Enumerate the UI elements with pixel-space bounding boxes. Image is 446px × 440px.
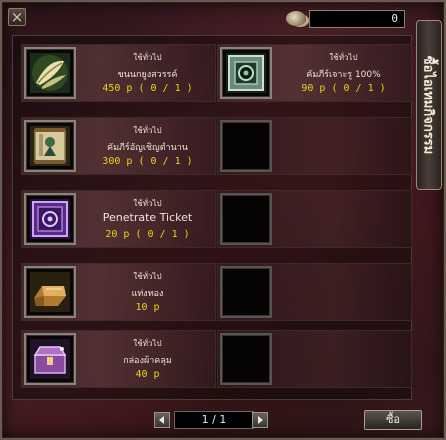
item-slot[interactable] — [220, 47, 272, 99]
shop-footer: 1 / 1 ซื้อ — [12, 408, 438, 434]
item-slot[interactable] — [24, 120, 76, 172]
item-name: ขนนกยูงสวรรค์ — [117, 70, 178, 80]
item-name: คัมภีร์อัญเชิญตำนาน — [107, 143, 188, 153]
item-price: 40 p — [135, 369, 160, 380]
arrow-right-icon — [258, 416, 263, 424]
penetrate-ticket-icon — [30, 199, 70, 239]
coin-balance: 0 — [309, 10, 405, 28]
item-name: Penetrate Ticket — [102, 211, 193, 224]
buy-button[interactable]: ซื้อ — [364, 410, 422, 430]
cape-box-icon — [30, 339, 70, 379]
empty-shop-slot — [217, 190, 412, 248]
item-slot[interactable] — [24, 333, 76, 385]
item-category: ใช้ทั่วไป — [133, 272, 162, 281]
prev-page-button[interactable] — [154, 412, 170, 428]
tab-event-shop-label: ซื้อไอเทมกิจกรรม — [420, 55, 436, 155]
tab-event-shop[interactable]: ซื้อไอเทมกิจกรรม — [416, 20, 442, 190]
feather-icon — [30, 53, 70, 93]
item-category: ใช้ทั่วไป — [133, 199, 162, 208]
shop-window: × 0 ซื้อไอเทมกิจกรรม ใช้ทั่วไป ขนนกยูงสว… — [0, 0, 446, 440]
item-name: แท่งทอง — [131, 289, 164, 299]
item-category: ใช้ทั่วไป — [133, 339, 162, 348]
item-grid: ใช้ทั่วไป ขนนกยูงสวรรค์ 450 p ( 0 / 1 ) … — [12, 35, 412, 400]
item-category: ใช้ทั่วไป — [133, 53, 162, 62]
shop-item[interactable]: ใช้ทั่วไป กล่องผ้าคลุม 40 p — [21, 330, 216, 388]
coin-icon — [286, 11, 306, 26]
empty-shop-slot — [217, 330, 412, 388]
empty-slot — [220, 193, 272, 245]
gold-bar-icon — [30, 272, 70, 312]
empty-shop-slot — [217, 117, 412, 175]
next-page-button[interactable] — [252, 412, 268, 428]
item-category: ใช้ทั่วไป — [133, 126, 162, 135]
item-slot[interactable] — [24, 47, 76, 99]
empty-shop-slot — [217, 263, 412, 321]
item-price: 20 p ( 0 / 1 ) — [105, 229, 190, 240]
item-name: กล่องผ้าคลุม — [123, 356, 172, 366]
socket-scroll-icon — [226, 53, 266, 93]
empty-slot — [220, 266, 272, 318]
page-indicator: 1 / 1 — [174, 411, 254, 429]
shop-item[interactable]: ใช้ทั่วไป คัมภีร์อัญเชิญตำนาน 300 p ( 0 … — [21, 117, 216, 175]
item-price: 10 p — [135, 302, 160, 313]
item-price: 450 p ( 0 / 1 ) — [102, 83, 193, 94]
arrow-left-icon — [159, 416, 164, 424]
shop-item[interactable]: ใช้ทั่วไป ขนนกยูงสวรรค์ 450 p ( 0 / 1 ) — [21, 44, 216, 102]
empty-slot — [220, 333, 272, 385]
item-price: 90 p ( 0 / 1 ) — [301, 83, 386, 94]
summon-scroll-icon — [30, 126, 70, 166]
shop-item[interactable]: ใช้ทั่วไป แท่งทอง 10 p — [21, 263, 216, 321]
item-price: 300 p ( 0 / 1 ) — [102, 156, 193, 167]
close-button[interactable]: × — [8, 8, 26, 26]
empty-slot — [220, 120, 272, 172]
item-category: ใช้ทั่วไป — [329, 53, 358, 62]
item-slot[interactable] — [24, 266, 76, 318]
item-slot[interactable] — [24, 193, 76, 245]
item-name: คัมภีร์เจาะรู 100% — [306, 70, 381, 80]
shop-item[interactable]: ใช้ทั่วไป Penetrate Ticket 20 p ( 0 / 1 … — [21, 190, 216, 248]
shop-item[interactable]: ใช้ทั่วไป คัมภีร์เจาะรู 100% 90 p ( 0 / … — [217, 44, 412, 102]
